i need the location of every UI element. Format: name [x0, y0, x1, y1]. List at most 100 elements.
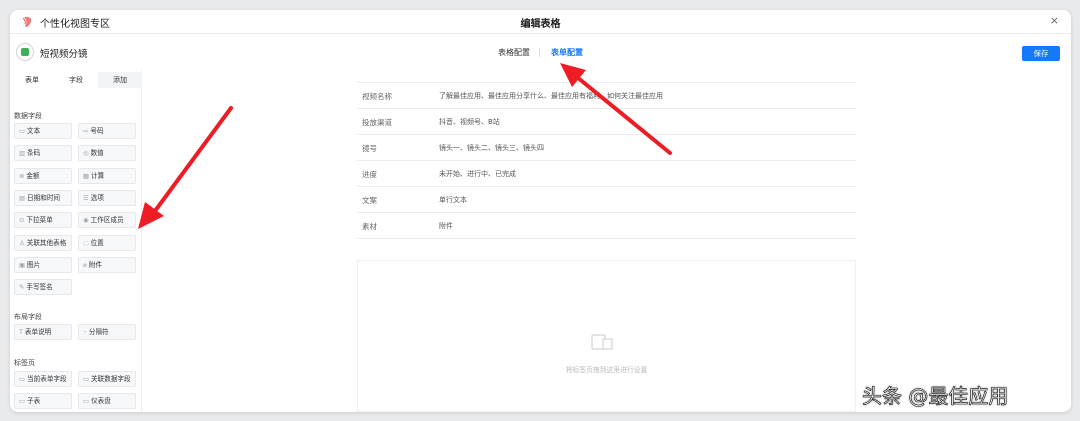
title-bar: 个性化视图专区 编辑表格 ×: [10, 10, 1071, 34]
sidebar-tab-add[interactable]: 添加: [98, 72, 142, 88]
form-row-label: 进度: [362, 170, 377, 179]
barcode-icon: ▥: [19, 149, 26, 158]
field-label: 数值: [90, 149, 104, 158]
tab-icon: ▭: [19, 397, 26, 406]
field-label: 选项: [90, 193, 104, 202]
form-row-value: 了解最佳应用、最佳应用分享什么、最佳应用有福利、如何关注最佳应用: [439, 92, 663, 100]
number-icon: ⇨: [83, 127, 89, 135]
form-row[interactable]: 镜号 镜头一、镜头二、镜头三、镜头四: [357, 134, 856, 160]
tab-page-title: 标签页: [14, 359, 35, 367]
field-label: 关联其他表格: [26, 238, 67, 247]
tab-divider: [539, 48, 540, 57]
add-field-location[interactable]: ◌ 位置: [78, 234, 136, 251]
layout-fields-title: 布局字段: [14, 313, 42, 321]
form-row-value: 镜头一、镜头二、镜头三、镜头四: [439, 144, 544, 152]
money-icon: ⊛: [19, 171, 25, 180]
list-icon: ☰: [83, 193, 89, 202]
add-field-signature[interactable]: ✎ 手写签名: [14, 279, 72, 296]
add-field-barcode[interactable]: ▥ 条码: [14, 145, 72, 162]
watermark: 头条 @最佳应用: [862, 384, 1009, 409]
field-label: 表单说明: [24, 328, 52, 336]
form-camera-icon: [16, 43, 34, 61]
add-field-divider[interactable]: ┈ 分隔符: [78, 324, 136, 340]
add-field-member[interactable]: ◉ 工作区成员: [78, 212, 136, 229]
add-field-tab[interactable]: ▭ 关联数据字段: [78, 371, 136, 387]
form-row-label: 投放渠道: [362, 118, 392, 127]
tab-icon: ▭: [83, 397, 90, 406]
location-icon: ◌: [83, 238, 89, 247]
divider-icon: ┈: [83, 328, 87, 336]
add-field-money[interactable]: ⊛ 金额: [14, 167, 72, 184]
field-label: 工作区成员: [90, 216, 124, 225]
form-row-value: 单行文本: [439, 196, 467, 204]
text-icon: ▭: [19, 127, 26, 135]
paperclip-icon: ⌀: [83, 260, 87, 269]
form-row[interactable]: 视频名称 了解最佳应用、最佳应用分享什么、最佳应用有福利、如何关注最佳应用: [357, 82, 856, 108]
add-field-tab[interactable]: ▭ 仪表盘: [78, 393, 136, 410]
field-sidebar: 表单 字段 添加 数据字段 ▭ 文本 ⇨ 号码 ▥ 条码 ◎ 数值 ⊛ 金额 ▦ 计算 ▤ 日期和时间 ☰ 选…: [10, 70, 142, 412]
form-row-value: 抖音、视频号、B站: [439, 118, 500, 126]
form-canvas: 视频名称 了解最佳应用、最佳应用分享什么、最佳应用有福利、如何关注最佳应用投放渠道…: [143, 70, 1071, 412]
add-field-paperclip[interactable]: ⌀ 附件: [78, 256, 136, 273]
add-field-dropdown[interactable]: ⊙ 下拉菜单: [14, 212, 72, 229]
field-label: 仪表盘: [91, 397, 111, 406]
member-icon: ◉: [83, 216, 89, 225]
field-label: 金额: [26, 171, 40, 180]
form-header: 短视频分镜 表格配置 表单配置 保存: [10, 34, 1071, 70]
dialog-title: 编辑表格: [520, 19, 561, 30]
editor-window: 个性化视图专区 编辑表格 × 短视频分镜 表格配置 表单配置 保存 表单 字段 …: [10, 10, 1071, 412]
tab-icon: ▭: [83, 375, 90, 383]
form-row[interactable]: 进度 未开始、进行中、已完成: [357, 160, 856, 186]
tab-icon: ▭: [19, 375, 26, 383]
add-field-calendar[interactable]: ▤ 日期和时间: [14, 189, 72, 206]
add-field-tab[interactable]: ▭ 子表: [14, 393, 72, 410]
sidebar-tab-fields[interactable]: 字段: [54, 72, 98, 88]
field-label: 下拉菜单: [26, 216, 53, 225]
add-field-tab[interactable]: ▭ 当前表单字段: [14, 371, 72, 387]
tab-drop-area[interactable]: 将标签页拖到这里进行设置: [357, 260, 856, 412]
sidebar-tabs: 表单 字段 添加: [10, 72, 142, 88]
field-label: 子表: [27, 397, 41, 406]
signature-icon: ✎: [19, 283, 25, 292]
form-row[interactable]: 投放渠道 抖音、视频号、B站: [357, 108, 856, 134]
field-label: 分隔符: [88, 328, 109, 336]
sidebar-tab-form[interactable]: 表单: [10, 72, 54, 88]
tab-table-config[interactable]: 表格配置: [498, 47, 530, 58]
add-field-list[interactable]: ☰ 选项: [78, 189, 136, 206]
form-row-label: 素材: [362, 222, 377, 231]
tab-form-config[interactable]: 表单配置: [551, 47, 583, 58]
numeric-icon: ◎: [83, 149, 89, 158]
form-row-label: 镜号: [362, 144, 377, 153]
field-label: 条码: [27, 149, 41, 158]
field-label: 位置: [90, 238, 104, 247]
field-label: 图片: [27, 260, 41, 269]
image-icon: ▣: [19, 260, 26, 269]
field-label: 文本: [27, 127, 41, 135]
form-row-label: 文案: [362, 196, 377, 205]
text-t-icon: T: [19, 328, 23, 336]
dropdown-icon: ⊙: [19, 216, 25, 225]
add-field-image[interactable]: ▣ 图片: [14, 256, 72, 273]
close-icon[interactable]: ×: [1050, 14, 1059, 27]
add-field-calculator[interactable]: ▦ 计算: [78, 167, 136, 184]
field-label: 附件: [88, 260, 103, 269]
field-label: 关联数据字段: [91, 375, 131, 383]
field-label: 当前表单字段: [27, 375, 67, 383]
calculator-icon: ▦: [83, 171, 90, 180]
field-label: 日期和时间: [27, 193, 61, 202]
add-field-text-t[interactable]: T 表单说明: [14, 324, 72, 340]
data-fields-title: 数据字段: [14, 112, 42, 120]
form-row-label: 视频名称: [362, 92, 392, 101]
save-button[interactable]: 保存: [1022, 46, 1060, 61]
form-row-value: 附件: [439, 222, 453, 230]
add-field-numeric[interactable]: ◎ 数值: [78, 145, 136, 162]
form-row[interactable]: 文案 单行文本: [357, 186, 856, 212]
link-icon: ♙: [19, 238, 25, 247]
add-field-number[interactable]: ⇨ 号码: [78, 123, 136, 139]
field-label: 手写签名: [26, 283, 53, 292]
form-name: 短视频分镜: [40, 49, 88, 60]
add-field-text[interactable]: ▭ 文本: [14, 123, 72, 139]
add-field-link[interactable]: ♙ 关联其他表格: [14, 234, 72, 251]
form-row[interactable]: 素材 附件: [357, 212, 856, 238]
field-label: 号码: [90, 127, 104, 135]
